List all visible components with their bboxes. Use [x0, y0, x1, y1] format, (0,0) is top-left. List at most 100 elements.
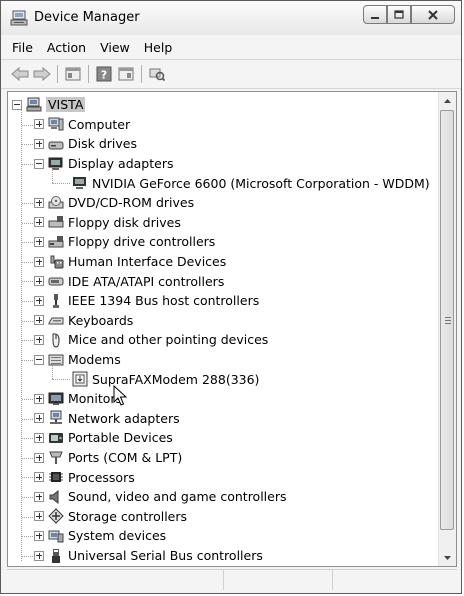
tree-device-item[interactable]: NVIDIA GeForce 6600 (Microsoft Corporati… [72, 173, 430, 193]
scroll-thumb[interactable] [440, 110, 454, 530]
dvd-drive-icon [48, 195, 64, 209]
tree-category-item[interactable]: Display adapters [34, 154, 173, 174]
tree-item-label: Network adapters [68, 410, 180, 426]
tree-connector-line [22, 497, 33, 498]
menu-view[interactable]: View [93, 38, 137, 57]
tree-item-label: DVD/CD-ROM drives [68, 195, 195, 211]
close-icon [428, 9, 438, 20]
expand-icon[interactable] [34, 334, 44, 345]
expand-icon[interactable] [34, 393, 44, 404]
tree-connector-line [22, 477, 33, 479]
grip-icon [445, 317, 451, 324]
expand-icon[interactable] [34, 236, 44, 247]
computer-icon [48, 117, 64, 131]
collapse-icon[interactable] [34, 354, 44, 365]
menu-help[interactable]: Help [137, 38, 180, 57]
device-manager-app-icon [10, 10, 28, 26]
expand-icon[interactable] [34, 413, 44, 424]
tree-category-item[interactable]: Human Interface Devices [34, 252, 226, 272]
network-adapter-icon [50, 410, 62, 425]
scroll-up-button[interactable] [439, 92, 456, 109]
forward-button[interactable] [31, 63, 53, 85]
tree-category-item[interactable]: IEEE 1394 Bus host controllers [34, 291, 259, 311]
expand-icon[interactable] [34, 138, 44, 149]
caption-buttons [363, 5, 455, 27]
tree-connector-line [22, 457, 33, 459]
expand-icon[interactable] [34, 452, 44, 463]
expand-icon[interactable] [34, 472, 44, 483]
tree-item-label: Display adapters [68, 156, 174, 172]
expand-icon[interactable] [34, 197, 44, 208]
tree-category-item[interactable]: Sound, video and game controllers [34, 487, 287, 507]
tree-category-item[interactable]: Storage controllers [34, 507, 187, 527]
expand-icon[interactable] [34, 295, 44, 306]
tree-category-item[interactable]: DVD/CD-ROM drives [34, 193, 194, 213]
tree-category-item[interactable]: System devices [34, 526, 166, 546]
scan-hardware-icon [149, 68, 165, 82]
tree-category-item[interactable]: Network adapters [34, 409, 180, 429]
mouse-icon [52, 333, 60, 348]
tree-category-item[interactable]: Modems [34, 350, 121, 370]
show-hidden-icon [118, 67, 134, 81]
expand-icon[interactable] [34, 276, 44, 287]
display-adapter-icon [48, 157, 63, 170]
maximize-button[interactable] [387, 5, 411, 24]
modem-icon [48, 354, 64, 366]
scan-hardware-button[interactable] [146, 63, 168, 85]
tree-category-item[interactable]: Computer [34, 115, 130, 135]
collapse-icon[interactable] [34, 158, 44, 169]
tree-item-label: VISTA [46, 97, 86, 113]
back-button[interactable] [9, 63, 31, 85]
tree-item-label: System devices [68, 528, 167, 544]
tree-connector-line [22, 340, 33, 342]
expand-icon[interactable] [34, 119, 44, 130]
expand-icon[interactable] [34, 217, 44, 228]
title-bar[interactable]: Device Manager [1, 1, 461, 35]
svg-text:?: ? [101, 69, 107, 82]
expand-icon[interactable] [34, 491, 44, 502]
show-hidden-button[interactable] [115, 63, 137, 85]
status-bar [7, 569, 457, 590]
tree-category-item[interactable]: Portable Devices [34, 428, 173, 448]
tree-category-item[interactable]: IDE ATA/ATAPI controllers [34, 271, 224, 291]
tree-category-item[interactable]: Processors [34, 467, 135, 487]
expand-icon[interactable] [34, 315, 44, 326]
tree-item-label: Universal Serial Bus controllers [68, 548, 263, 564]
status-panel [224, 570, 333, 590]
tree-category-item[interactable]: Disk drives [34, 134, 137, 154]
tree-category-item[interactable]: Monitors [34, 389, 122, 409]
properties-button[interactable] [62, 63, 84, 85]
floppy-controller-icon [48, 235, 64, 248]
tree-category-item[interactable]: Keyboards [34, 311, 133, 331]
tree-category-item[interactable]: Mice and other pointing devices [34, 330, 268, 350]
close-button[interactable] [411, 5, 455, 24]
tree-item-label: Disk drives [68, 136, 137, 152]
expand-icon[interactable] [34, 256, 44, 267]
tree-item-label: Keyboards [68, 312, 134, 328]
expand-icon[interactable] [34, 530, 44, 541]
expand-icon[interactable] [34, 432, 44, 443]
expand-icon[interactable] [34, 550, 44, 561]
help-button[interactable]: ? [93, 63, 115, 85]
tree-connector-line [22, 359, 33, 361]
port-icon [49, 451, 63, 464]
scroll-down-button[interactable] [439, 549, 456, 566]
expand-icon[interactable] [34, 511, 44, 522]
collapse-icon[interactable] [12, 99, 22, 110]
tree-connector-line [22, 203, 33, 204]
tree-category-item[interactable]: Ports (COM & LPT) [34, 448, 182, 468]
tree-category-item[interactable]: Floppy drive controllers [34, 232, 215, 252]
maximize-icon [394, 9, 404, 19]
tree-connector-line [22, 261, 33, 263]
tree-item-label: Mice and other pointing devices [68, 332, 269, 348]
tree-device-item[interactable]: SupraFAXModem 288(336) [72, 369, 259, 389]
menu-file[interactable]: File [5, 38, 40, 57]
device-tree[interactable]: VISTA Computer Disk drives Display adapters… [7, 91, 457, 567]
tree-connector-line [52, 168, 53, 184]
tree-category-item[interactable]: Universal Serial Bus controllers [34, 546, 263, 566]
menu-action[interactable]: Action [40, 38, 93, 57]
tree-category-item[interactable]: Floppy disk drives [34, 213, 181, 233]
vertical-scrollbar[interactable] [438, 92, 456, 566]
minimize-button[interactable] [363, 5, 387, 24]
tree-root-item[interactable]: VISTA [12, 95, 86, 115]
